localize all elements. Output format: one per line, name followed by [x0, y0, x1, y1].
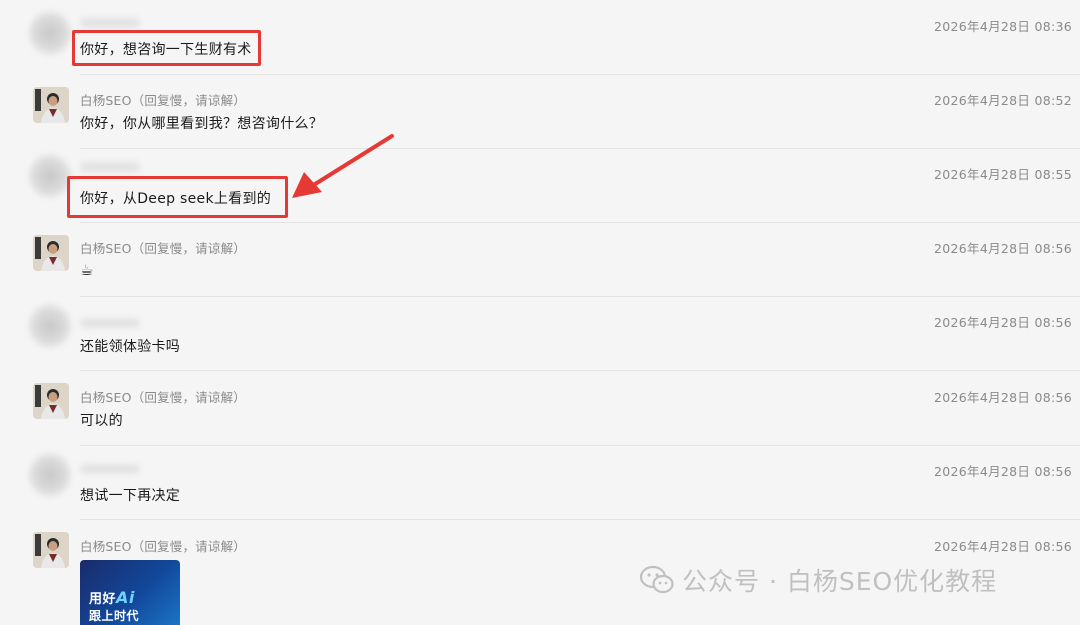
message-time: 2026年4月28日 08:56: [934, 464, 1072, 479]
message-text[interactable]: 还能领体验卡吗: [80, 336, 180, 356]
person-photo-icon: [33, 383, 69, 419]
sender-name-redacted: [80, 464, 140, 474]
watermark-text: 公众号 · 白杨SEO优化教程: [682, 567, 998, 596]
divider: [80, 296, 1080, 297]
wechat-icon: [640, 565, 674, 594]
sender-name-redacted: [80, 18, 140, 28]
message-time: 2026年4月28日 08:56: [934, 539, 1072, 554]
card-title-line2: 跟上时代: [89, 609, 140, 623]
sender-name: 白杨SEO（回复慢，请谅解）: [80, 241, 246, 256]
sender-name: 白杨SEO（回复慢，请谅解）: [80, 93, 246, 108]
message-time: 2026年4月28日 08:56: [934, 315, 1072, 330]
divider: [80, 519, 1080, 520]
avatar[interactable]: [33, 87, 69, 123]
shared-image-card[interactable]: 用好Ai 跟上时代: [80, 560, 180, 625]
message-time: 2026年4月28日 08:55: [934, 167, 1072, 182]
sender-name-redacted: [80, 162, 140, 172]
person-photo-icon: [33, 87, 69, 123]
coffee-emoji-message[interactable]: ☕: [80, 261, 94, 279]
message-time: 2026年4月28日 08:36: [934, 19, 1072, 34]
divider: [80, 370, 1080, 371]
divider: [80, 222, 1080, 223]
card-title-line1: 用好Ai: [89, 588, 135, 607]
avatar[interactable]: [28, 452, 72, 498]
watermark: 公众号 · 白杨SEO优化教程: [640, 562, 997, 598]
avatar[interactable]: [33, 383, 69, 419]
divider: [80, 445, 1080, 446]
person-photo-icon: [33, 532, 69, 568]
avatar[interactable]: [28, 153, 72, 199]
divider: [80, 74, 1080, 75]
message-text[interactable]: 你好，你从哪里看到我？想咨询什么？: [80, 113, 323, 133]
person-photo-icon: [33, 235, 69, 271]
sender-name: 白杨SEO（回复慢，请谅解）: [80, 390, 246, 405]
avatar[interactable]: [33, 532, 69, 568]
sender-name: 白杨SEO（回复慢，请谅解）: [80, 539, 246, 554]
avatar[interactable]: [28, 303, 72, 349]
avatar[interactable]: [28, 10, 72, 56]
sender-name-redacted: [80, 318, 140, 328]
highlight-box: [72, 30, 261, 66]
avatar[interactable]: [33, 235, 69, 271]
message-time: 2026年4月28日 08:56: [934, 390, 1072, 405]
divider: [80, 148, 1080, 149]
message-text[interactable]: 可以的: [80, 410, 123, 430]
message-time: 2026年4月28日 08:52: [934, 93, 1072, 108]
highlight-box: [67, 176, 288, 218]
message-time: 2026年4月28日 08:56: [934, 241, 1072, 256]
message-text[interactable]: 想试一下再决定: [80, 485, 180, 505]
